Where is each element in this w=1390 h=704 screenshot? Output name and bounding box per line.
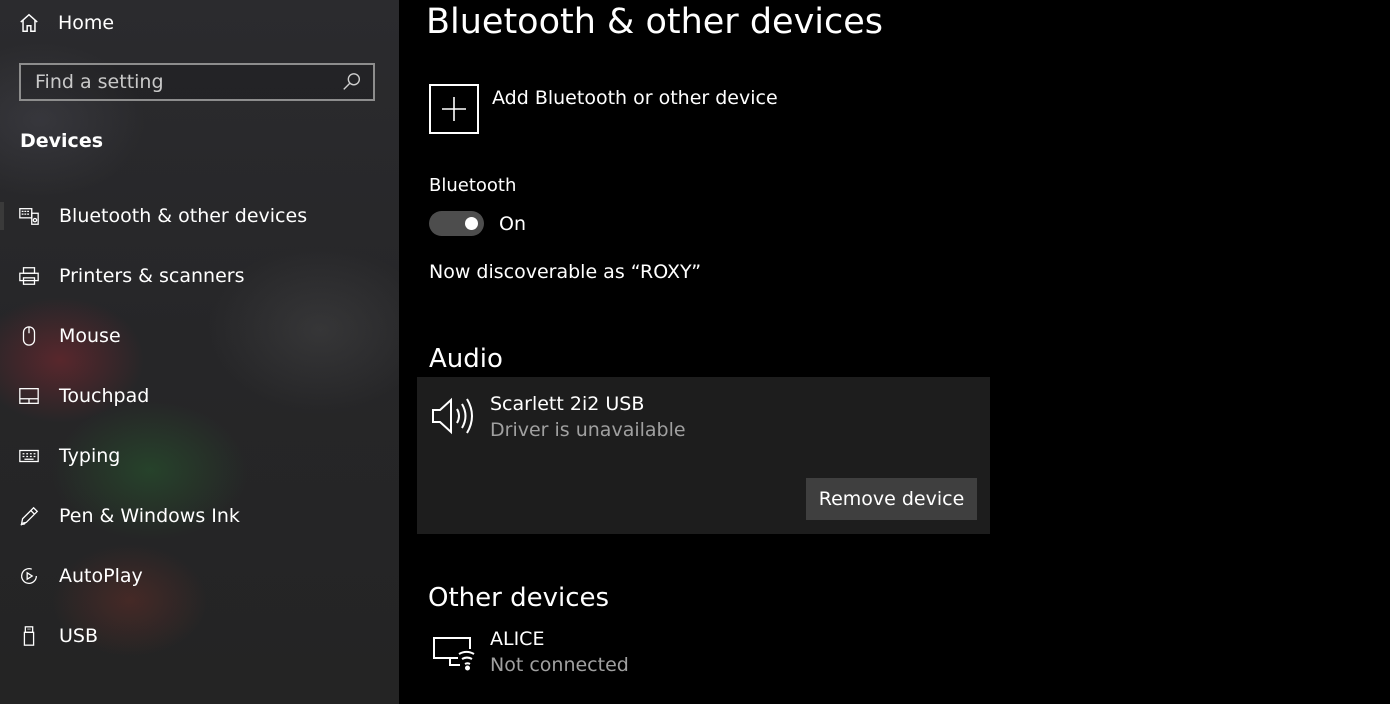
sidebar-item-label: Bluetooth & other devices xyxy=(59,205,308,227)
sidebar-item-pen[interactable]: Pen & Windows Ink xyxy=(0,486,399,546)
wireless-display-icon xyxy=(433,637,475,671)
other-devices-heading: Other devices xyxy=(428,583,610,613)
search-input[interactable] xyxy=(21,70,341,94)
touchpad-icon xyxy=(18,385,40,407)
other-device-name: ALICE xyxy=(490,628,545,650)
keyboard-icon xyxy=(18,445,40,467)
usb-icon xyxy=(18,625,40,647)
audio-device-card[interactable]: Scarlett 2i2 USB Driver is unavailable R… xyxy=(417,377,990,534)
sidebar-item-label: AutoPlay xyxy=(59,565,143,587)
sidebar-item-touchpad[interactable]: Touchpad xyxy=(0,366,399,426)
sidebar-nav: Bluetooth & other devices Printers & sca… xyxy=(0,186,399,666)
sidebar-item-label: Printers & scanners xyxy=(59,265,245,287)
home-nav-item[interactable]: Home xyxy=(18,8,114,38)
main-content: Bluetooth & other devices Add Bluetooth … xyxy=(399,0,1390,704)
discoverable-text: Now discoverable as “ROXY” xyxy=(429,261,702,283)
audio-heading: Audio xyxy=(429,344,503,374)
bluetooth-devices-icon xyxy=(18,205,40,227)
pen-icon xyxy=(18,505,40,527)
audio-device-name: Scarlett 2i2 USB xyxy=(490,393,645,415)
bluetooth-toggle-row: On xyxy=(429,211,526,236)
search-box[interactable] xyxy=(19,63,375,101)
sidebar-item-usb[interactable]: USB xyxy=(0,606,399,666)
sidebar: Home Devices Bluetooth & other devices xyxy=(0,0,399,704)
bluetooth-label: Bluetooth xyxy=(429,175,517,196)
sidebar-item-label: Typing xyxy=(59,445,121,467)
bluetooth-state: On xyxy=(499,212,526,235)
sidebar-item-label: Mouse xyxy=(59,325,121,347)
remove-device-button[interactable]: Remove device xyxy=(806,478,977,520)
mouse-icon xyxy=(18,325,40,347)
bluetooth-toggle[interactable] xyxy=(429,211,484,236)
audio-device-status: Driver is unavailable xyxy=(490,419,686,441)
sidebar-item-label: Pen & Windows Ink xyxy=(59,505,240,527)
speaker-icon xyxy=(432,397,473,435)
printer-icon xyxy=(18,265,40,287)
other-device-row[interactable]: ALICE Not connected xyxy=(430,628,629,676)
sidebar-item-bluetooth[interactable]: Bluetooth & other devices xyxy=(0,186,399,246)
sidebar-section-title: Devices xyxy=(20,130,104,152)
plus-icon xyxy=(429,84,479,134)
add-device-label: Add Bluetooth or other device xyxy=(492,87,778,109)
sidebar-item-mouse[interactable]: Mouse xyxy=(0,306,399,366)
add-device-button[interactable]: Add Bluetooth or other device xyxy=(429,84,778,134)
toggle-knob xyxy=(465,217,478,230)
audio-device-row: Scarlett 2i2 USB Driver is unavailable xyxy=(430,393,686,441)
other-device-status: Not connected xyxy=(490,654,629,676)
autoplay-icon xyxy=(18,565,40,587)
page-title: Bluetooth & other devices xyxy=(426,2,884,42)
home-label: Home xyxy=(58,12,115,34)
search-icon[interactable] xyxy=(341,71,363,93)
sidebar-item-typing[interactable]: Typing xyxy=(0,426,399,486)
home-icon xyxy=(20,13,38,32)
sidebar-item-label: USB xyxy=(59,625,99,647)
sidebar-item-printers[interactable]: Printers & scanners xyxy=(0,246,399,306)
sidebar-item-autoplay[interactable]: AutoPlay xyxy=(0,546,399,606)
sidebar-item-label: Touchpad xyxy=(59,385,150,407)
